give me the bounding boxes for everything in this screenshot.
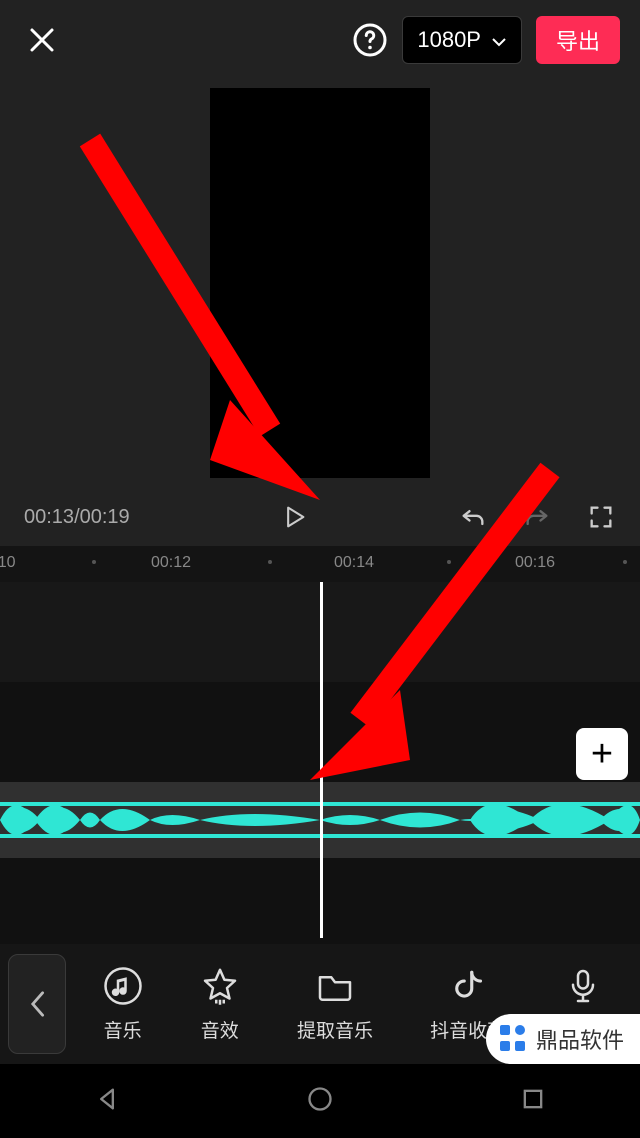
tool-label: 音效 [201, 1016, 239, 1043]
plus-icon: + [591, 733, 613, 776]
timeline-ruler[interactable]: 0:10 00:12 00:14 00:16 [0, 546, 640, 582]
redo-button[interactable] [522, 502, 552, 532]
toolbar-back-button[interactable] [8, 954, 66, 1054]
watermark-text: 鼎品软件 [536, 1023, 624, 1055]
undo-icon [459, 503, 487, 531]
watermark-badge: 鼎品软件 [486, 1014, 640, 1064]
nav-home-button[interactable] [306, 1085, 334, 1118]
add-clip-button[interactable]: + [576, 728, 628, 780]
header: 1080P 导出 [0, 0, 640, 80]
play-icon [280, 503, 308, 531]
fullscreen-icon [587, 503, 615, 531]
resolution-label: 1080P [417, 27, 481, 53]
ruler-dot [447, 560, 451, 564]
music-note-icon [103, 966, 143, 1006]
ruler-tick: 00:16 [515, 554, 555, 572]
preview-area [0, 88, 640, 478]
fullscreen-button[interactable] [586, 502, 616, 532]
ruler-tick: 00:14 [334, 554, 374, 572]
help-icon [352, 22, 388, 58]
ruler-dot [268, 560, 272, 564]
tool-sfx[interactable]: 音效 [200, 966, 240, 1043]
chevron-left-icon [28, 990, 46, 1018]
time-display: 00:13/00:19 [24, 506, 130, 529]
resolution-select[interactable]: 1080P [402, 16, 522, 64]
nav-back-button[interactable] [93, 1085, 121, 1118]
tool-label: 提取音乐 [297, 1016, 373, 1043]
microphone-icon [563, 966, 603, 1006]
nav-back-icon [93, 1085, 121, 1113]
timeline-area[interactable]: 0:10 00:12 00:14 00:16 + [0, 546, 640, 938]
close-button[interactable] [20, 18, 64, 62]
redo-icon [523, 503, 551, 531]
douyin-icon [448, 966, 488, 1006]
nav-recent-icon [519, 1085, 547, 1113]
close-icon [27, 25, 57, 55]
folder-icon [315, 966, 355, 1006]
video-preview[interactable] [210, 88, 430, 478]
ruler-tick: 0:10 [0, 554, 16, 572]
watermark-logo-icon [496, 1023, 528, 1055]
star-audio-icon [200, 966, 240, 1006]
nav-home-icon [306, 1085, 334, 1113]
ruler-dot [92, 560, 96, 564]
tool-music[interactable]: 音乐 [103, 966, 143, 1043]
export-label: 导出 [556, 24, 600, 56]
playhead[interactable] [320, 582, 323, 938]
ruler-dot [623, 560, 627, 564]
help-button[interactable] [348, 18, 392, 62]
tool-label: 音乐 [104, 1016, 142, 1043]
caret-down-icon [491, 27, 507, 53]
nav-recent-button[interactable] [519, 1085, 547, 1118]
android-nav-bar [0, 1064, 640, 1138]
export-button[interactable]: 导出 [536, 16, 620, 64]
ruler-tick: 00:12 [151, 554, 191, 572]
play-button[interactable] [279, 502, 309, 532]
play-bar: 00:13/00:19 [0, 492, 640, 542]
undo-button[interactable] [458, 502, 488, 532]
tool-extract[interactable]: 提取音乐 [297, 966, 373, 1043]
